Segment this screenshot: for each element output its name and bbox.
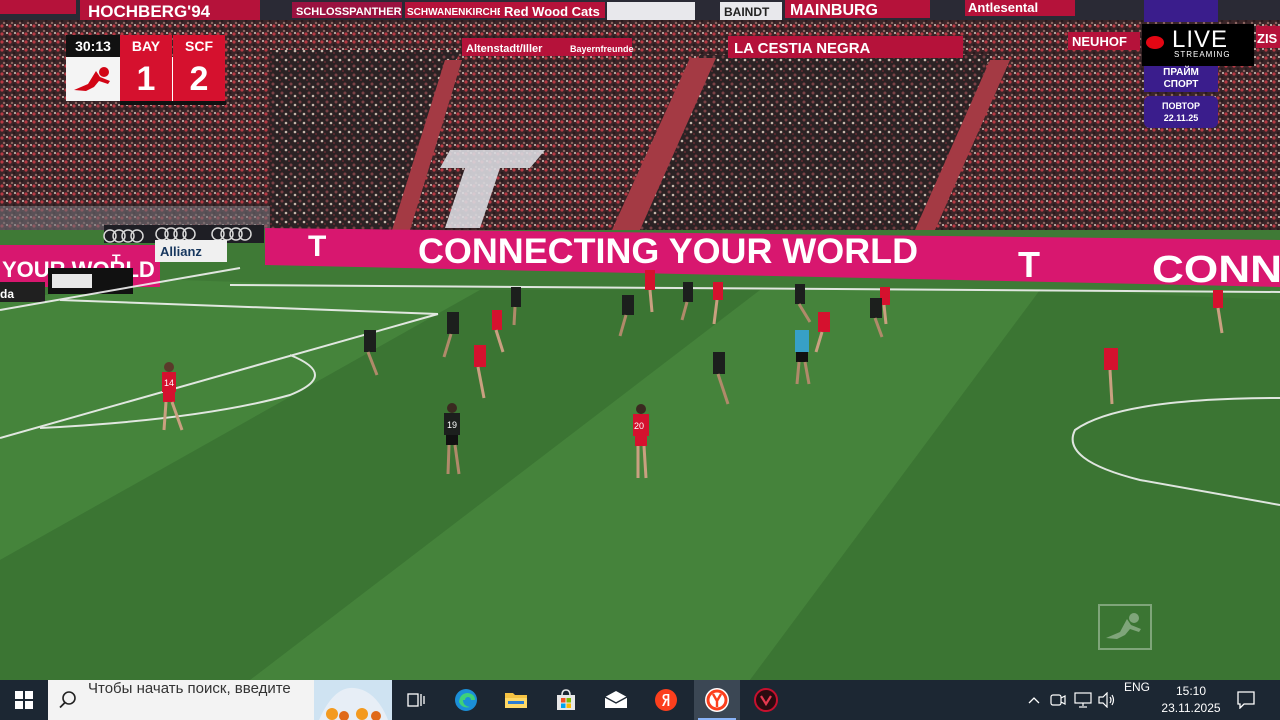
svg-text:20: 20 [634,421,644,431]
ad-board-right-text: CONN [1152,249,1280,291]
ad-board-main-text: CONNECTING YOUR WORLD [418,232,918,271]
replay-label: ПОВТОР [1162,101,1200,111]
replay-badge: ПОВТОР 22.11.25 [1144,96,1218,128]
ad-schwanenkirchen-text: SCHWANENKIRCHEN [407,7,511,18]
chevron-up-icon [1028,697,1040,704]
clock-date: 23.11.2025 [1161,701,1221,715]
ad-allianz-text: Allianz [160,244,202,259]
network-button[interactable] [1072,680,1094,720]
ad-hochberg-text: HOCHBERG'94 [88,2,211,21]
ad-neuhof-text: NEUHOF [1072,34,1127,49]
file-explorer-taskbar-button[interactable] [496,680,536,720]
red-app-icon [754,688,778,712]
away-team-abbr: SCF [173,35,225,57]
windows-logo-icon [15,691,33,709]
action-center-button[interactable] [1226,680,1266,720]
taskbar-search-box[interactable]: Чтобы начать поиск, введите [48,680,392,720]
video-player[interactable]: HOCHBERG'94 SCHLOSSPANTHER SCHWANENKIRCH… [0,0,1280,680]
yandex-browser-icon [705,688,729,712]
volume-button[interactable] [1096,680,1118,720]
home-team-score: 1 [120,57,173,101]
meet-now-icon [1050,694,1066,706]
channel-name-line2: СПОРТ [1163,79,1199,90]
store-taskbar-button[interactable] [546,680,586,720]
show-hidden-icons-button[interactable] [1024,680,1044,720]
network-icon [1074,692,1092,708]
scoreboard-bar [120,101,226,105]
mail-icon [604,691,628,708]
replay-date: 22.11.25 [1163,113,1199,123]
streaming-label: STREAMING [1174,50,1231,59]
game-app-taskbar-button[interactable] [746,680,786,720]
task-view-button[interactable] [396,680,436,720]
bundesliga-logo-icon [66,57,120,101]
bundesliga-watermark-icon [1098,604,1152,650]
edge-taskbar-button[interactable] [446,680,486,720]
start-button[interactable] [0,680,48,720]
ad-magenta-t-small: T [112,251,121,267]
ad-antlesental-text: Antlesental [968,0,1038,15]
input-language-indicator[interactable]: ENG [1122,680,1152,720]
home-team-abbr: BAY [120,35,172,57]
ad-magenta-t-1: T [308,230,326,263]
search-icon [59,691,76,709]
edge-icon [455,689,477,711]
taskbar-clock[interactable]: 15:10 23.11.2025 [1156,683,1226,717]
svg-text:14: 14 [164,378,174,388]
yandex-logo-icon [655,689,677,711]
match-clock: 30:13 [66,35,120,57]
ad-altenstadt-text: Altenstadt/Iller [466,43,543,55]
search-highlight-icon [314,680,392,720]
ad-audi-text: da [0,287,14,301]
notification-icon [1237,691,1255,709]
ad-schlosspanther-text: SCHLOSSPANTHER [296,6,402,18]
channel-name-line1: ПРАЙМ [1163,67,1199,78]
ad-cestia-text: LA CESTIA NEGRA [734,40,871,57]
meet-now-button[interactable] [1048,680,1068,720]
folder-icon [505,693,527,708]
mail-taskbar-button[interactable] [596,680,636,720]
ad-magenta-t-2: T [1018,244,1040,285]
yandex-browser-taskbar-button[interactable] [694,680,740,720]
windows-taskbar: Чтобы начать поиск, введите ENG 15:10 23… [0,680,1280,720]
channel-header [1144,0,1218,22]
away-team-score: 2 [173,57,225,101]
search-placeholder: Чтобы начать поиск, введите [88,680,291,697]
ad-bayernfreunde-text: Bayernfreunde [570,44,634,54]
svg-text:19: 19 [447,420,457,430]
live-streaming-badge: LIVE STREAMING [1142,24,1254,66]
ad-mainburg-text: MAINBURG [790,2,878,19]
speaker-icon [1098,692,1115,708]
ad-baindt-text: BAINDT [724,5,770,19]
live-dot-icon [1146,36,1164,49]
task-view-icon [407,693,425,707]
ad-redwoodcats-text: Red Wood Cats [504,4,600,19]
channel-logo: ПРАЙМ СПОРТ [1144,66,1218,92]
yandex-taskbar-button[interactable] [646,680,686,720]
ad-zis-text: ZIS [1257,31,1278,46]
clock-time: 15:10 [1175,684,1207,698]
store-icon [557,689,575,710]
